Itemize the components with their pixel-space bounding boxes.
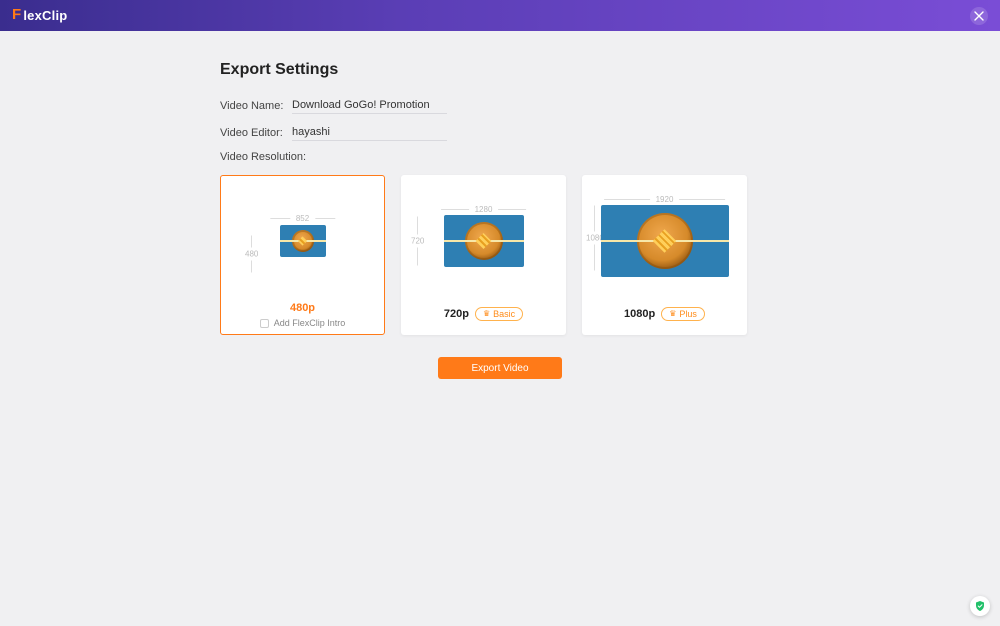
crown-icon: ♛ xyxy=(669,309,676,319)
plan-badge-basic: ♛Basic xyxy=(475,307,523,322)
width-dimension: 1920 xyxy=(604,195,726,204)
resolution-card-480p[interactable]: 852 480 480p Add FlexClip Intro xyxy=(220,175,385,335)
export-settings-panel: Export Settings Video Name: Video Editor… xyxy=(220,61,780,379)
top-bar: FlexClip xyxy=(0,0,1000,31)
export-video-button[interactable]: Export Video xyxy=(438,357,562,379)
video-editor-row: Video Editor: xyxy=(220,124,780,141)
preview-480p: 852 480 xyxy=(221,176,384,306)
width-dimension: 1280 xyxy=(441,205,527,214)
logo-text: lexClip xyxy=(23,8,67,23)
logo-mark: F xyxy=(12,6,21,23)
video-editor-input[interactable] xyxy=(292,124,447,141)
thumbnail-icon xyxy=(280,225,326,257)
preview-1080p: 1920 1080 xyxy=(582,175,747,307)
resolution-options: 852 480 480p Add FlexClip Intro xyxy=(220,175,780,335)
video-name-label: Video Name: xyxy=(220,100,292,112)
close-icon xyxy=(974,11,984,21)
video-resolution-row: Video Resolution: xyxy=(220,151,780,163)
checkbox-icon xyxy=(260,319,269,328)
resolution-label-row: 1080p ♛Plus xyxy=(624,307,705,335)
security-shield-badge[interactable] xyxy=(970,596,990,616)
video-editor-label: Video Editor: xyxy=(220,127,292,139)
shield-check-icon xyxy=(974,600,986,612)
resolution-text: 720p xyxy=(444,308,469,320)
resolution-text: 1080p xyxy=(624,308,655,320)
height-dimension: 480 xyxy=(245,236,258,273)
width-dimension: 852 xyxy=(270,214,335,223)
resolution-card-1080p[interactable]: 1920 1080 1080p ♛Plus xyxy=(582,175,747,335)
app-logo: FlexClip xyxy=(12,7,67,24)
height-dimension: 720 xyxy=(411,217,424,266)
resolution-card-720p[interactable]: 1280 720 720p ♛Basic xyxy=(401,175,566,335)
add-intro-label: Add FlexClip Intro xyxy=(274,318,346,328)
video-name-row: Video Name: xyxy=(220,97,780,114)
thumbnail-icon xyxy=(601,205,729,277)
page-title: Export Settings xyxy=(220,61,780,79)
export-settings-page: Export Settings Video Name: Video Editor… xyxy=(0,31,1000,379)
crown-icon: ♛ xyxy=(483,309,490,319)
plan-badge-plus: ♛Plus xyxy=(661,307,705,322)
preview-720p: 1280 720 xyxy=(401,175,566,307)
close-button[interactable] xyxy=(970,7,988,25)
video-resolution-label: Video Resolution: xyxy=(220,151,306,163)
resolution-label-row: 720p ♛Basic xyxy=(444,307,523,335)
add-intro-checkbox[interactable]: Add FlexClip Intro xyxy=(260,318,346,328)
video-name-input[interactable] xyxy=(292,97,447,114)
thumbnail-icon xyxy=(444,215,524,267)
